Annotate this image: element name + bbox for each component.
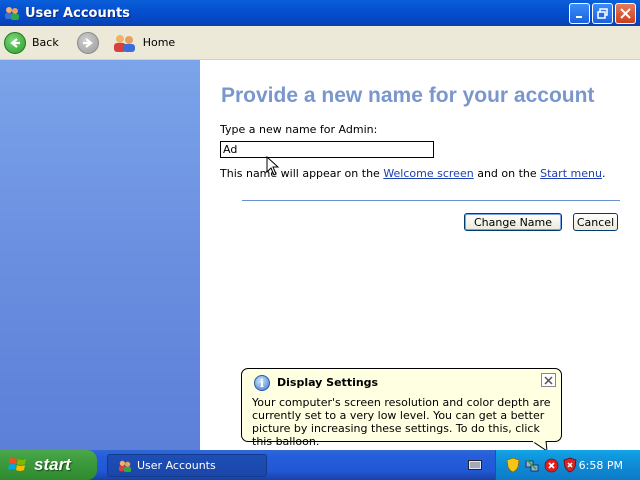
keyboard-icon[interactable] [468,459,482,471]
clock: 6:58 PM [578,459,623,472]
error-x-icon[interactable] [543,457,559,473]
close-button[interactable] [615,3,636,24]
balloon-title: Display Settings [277,376,379,389]
taskbar: start User Accounts 6:58 PM [0,450,640,480]
back-label: Back [32,36,59,49]
divider [242,200,620,201]
info-prefix: This name will appear on the [220,167,384,180]
change-name-button[interactable]: Change Name [464,213,562,231]
close-icon [544,375,553,385]
home-button[interactable]: Home [113,33,175,53]
user-accounts-icon [5,7,19,20]
navigation-bar: Back Home [0,26,640,60]
taskbar-item-label: User Accounts [137,459,216,472]
minimize-icon [576,16,582,18]
home-label: Home [142,36,176,49]
home-users-icon [113,34,135,52]
security-shield-icon[interactable] [505,457,521,473]
forward-arrow-icon [76,31,99,54]
back-button[interactable]: Back [4,31,59,54]
system-tray: 6:58 PM [495,450,640,480]
security-alert-icon[interactable] [562,457,578,473]
name-prompt-label: Type a new name for Admin: [220,123,378,136]
network-icon[interactable] [524,457,540,473]
title-bar[interactable]: User Accounts [0,0,640,26]
welcome-screen-link[interactable]: Welcome screen [383,167,473,180]
mouse-cursor-icon [266,156,280,176]
new-name-input[interactable] [220,141,434,158]
restore-icon [597,8,608,19]
start-button[interactable]: start [0,450,97,480]
info-mid: and on the [473,167,541,180]
window-title: User Accounts [25,5,130,21]
forward-button[interactable] [76,31,99,54]
back-arrow-icon [4,31,26,54]
balloon-text: Your computer's screen resolution and co… [252,396,551,448]
left-task-pane [0,60,200,450]
taskbar-item-user-accounts[interactable]: User Accounts [107,454,267,477]
windows-logo-icon [8,458,26,471]
page-heading: Provide a new name for your account [221,84,595,107]
cancel-button[interactable]: Cancel [573,213,618,231]
close-icon [620,8,631,19]
info-suffix: . [601,167,606,180]
minimize-button[interactable] [569,3,590,24]
balloon-close-button[interactable] [541,373,556,387]
maximize-button[interactable] [592,3,613,24]
user-accounts-icon [118,460,132,472]
display-settings-balloon[interactable]: i Display Settings Your computer's scree… [241,368,562,448]
info-icon: i [254,375,270,391]
start-label: start [34,455,71,474]
start-menu-link[interactable]: Start menu [540,167,602,180]
